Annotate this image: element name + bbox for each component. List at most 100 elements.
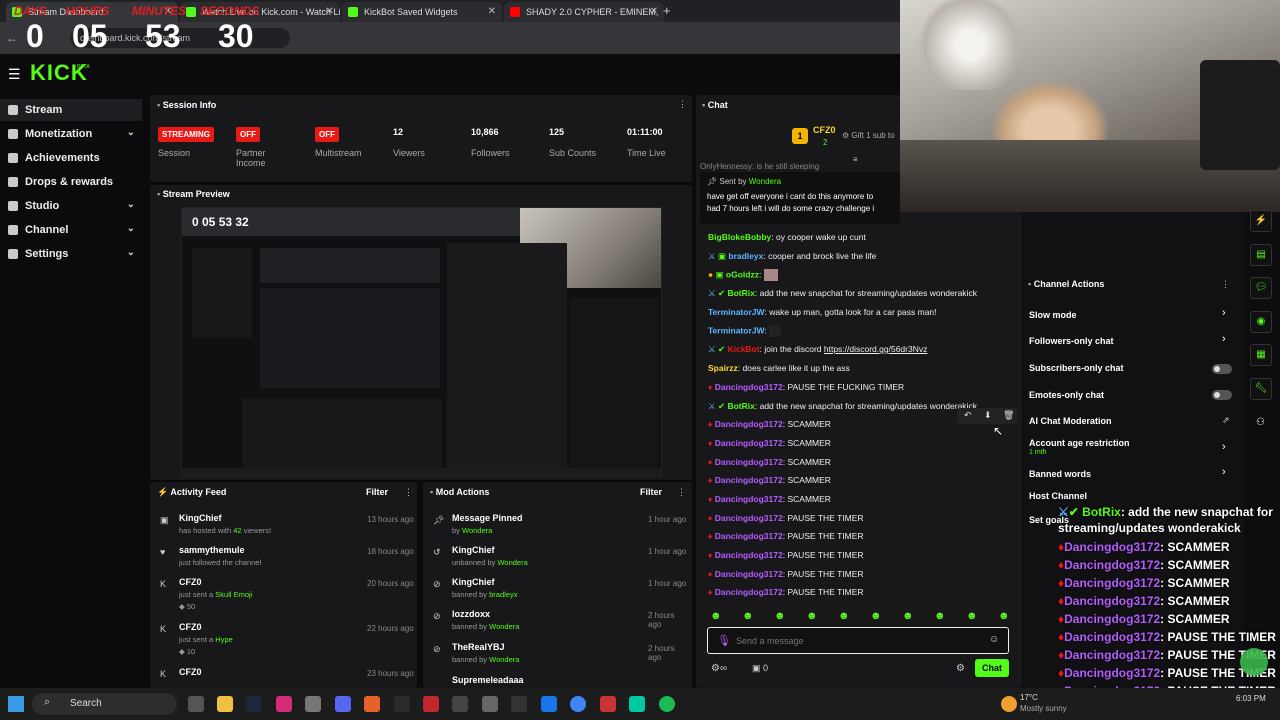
chat-input[interactable]: [736, 633, 976, 648]
back-icon[interactable]: ←: [6, 31, 18, 45]
chat-message[interactable]: Spairzz: does carlee like it up the ass: [708, 363, 850, 373]
banned-words-item[interactable]: Banned words: [1029, 469, 1091, 479]
chat-tool-icon[interactable]: 💬︎: [1250, 277, 1272, 299]
host-channel-item[interactable]: Host Channel: [1029, 491, 1087, 501]
chevron-right-icon[interactable]: ›: [1222, 441, 1226, 453]
file-explorer-icon[interactable]: [217, 696, 233, 712]
chat-username[interactable]: Dancingdog3172: [715, 513, 783, 523]
chat-username[interactable]: Dancingdog3172: [715, 475, 783, 485]
chat-username[interactable]: oGoldzz: [726, 269, 759, 279]
chat-message[interactable]: ♦ Dancingdog3172: SCAMMER: [708, 475, 831, 485]
chat-username[interactable]: Dancingdog3172: [715, 587, 783, 597]
chevron-right-icon[interactable]: ›: [1222, 466, 1226, 478]
chat-message[interactable]: ♦ Dancingdog3172: SCAMMER: [708, 494, 831, 504]
emotes-only-toggle[interactable]: [1212, 390, 1232, 400]
chat-username[interactable]: BotRix: [727, 401, 754, 411]
clipboard-tool-icon[interactable]: ▤: [1250, 244, 1272, 266]
chat-username[interactable]: bradleyx: [728, 251, 763, 261]
chat-settings-icon[interactable]: ⚙: [956, 663, 965, 674]
chat-message[interactable]: ♦ Dancingdog3172: SCAMMER: [708, 419, 831, 429]
emote-icon[interactable]: ☻: [966, 610, 978, 622]
app-icon[interactable]: [423, 696, 439, 712]
app-icon[interactable]: [600, 696, 616, 712]
chat-username[interactable]: KickBot: [727, 344, 759, 354]
lightning-tool-icon[interactable]: ⚡: [1250, 210, 1272, 232]
instagram-icon[interactable]: [276, 696, 292, 712]
chat-message[interactable]: ♦ Dancingdog3172: SCAMMER: [708, 457, 831, 467]
chat-message[interactable]: ⚔ ✔ BotRix: add the new snapchat for str…: [708, 288, 977, 299]
chat-message[interactable]: ♦ Dancingdog3172: PAUSE THE TIMER: [708, 569, 864, 579]
chat-username[interactable]: BigBlokeBobby: [708, 232, 771, 242]
tab-kickbot[interactable]: KickBot Saved Widgets ✕: [342, 2, 502, 22]
app-icon[interactable]: [394, 696, 410, 712]
chat-username[interactable]: Dancingdog3172: [715, 531, 783, 541]
stream-preview-video[interactable]: 0 05 53 32: [181, 207, 662, 477]
chat-username[interactable]: Spairzz: [708, 363, 738, 373]
app-icon[interactable]: [629, 696, 645, 712]
sidebar-item-monetization[interactable]: Monetization ⌄: [0, 123, 142, 145]
layout-tool-icon[interactable]: ▦: [1250, 344, 1272, 366]
chat-username[interactable]: BotRix: [727, 288, 754, 298]
mod-menu-icon[interactable]: ⋮: [677, 487, 686, 498]
subscribers-only-toggle[interactable]: [1212, 364, 1232, 374]
chat-username[interactable]: TerminatorJW: [708, 325, 765, 335]
steam-icon[interactable]: [246, 696, 262, 712]
emote-icon[interactable]: ☻: [710, 610, 722, 622]
taskbar-search[interactable]: ⌕ Search: [32, 693, 177, 715]
ai-moderation-item[interactable]: AI Chat Moderation: [1029, 416, 1112, 426]
chat-message[interactable]: TerminatorJW: wake up man, gotta look fo…: [708, 307, 937, 317]
app-icon[interactable]: [541, 696, 557, 712]
weather-desc[interactable]: Mostly sunny: [1020, 704, 1067, 713]
chat-username[interactable]: Dancingdog3172: [715, 494, 783, 504]
chat-username[interactable]: Dancingdog3172: [715, 569, 783, 579]
chat-username[interactable]: TerminatorJW: [708, 307, 765, 317]
clock[interactable]: 6:03 PM: [1236, 694, 1266, 703]
sidebar-item-stream[interactable]: Stream: [0, 99, 142, 121]
sidebar-item-channel[interactable]: Channel ⌄: [0, 219, 142, 241]
chat-message[interactable]: ♦ Dancingdog3172: PAUSE THE TIMER: [708, 587, 864, 597]
emote-icon[interactable]: ☻: [998, 610, 1010, 622]
tab-youtube[interactable]: SHADY 2.0 CYPHER - EMINEM, ✕: [504, 2, 664, 22]
delete-icon[interactable]: 🗑︎: [1003, 410, 1014, 421]
firefox-icon[interactable]: [364, 696, 380, 712]
task-view-icon[interactable]: [188, 696, 204, 712]
emote-icon[interactable]: ☻: [870, 610, 882, 622]
close-tab-icon[interactable]: ✕: [650, 6, 658, 17]
slow-mode-item[interactable]: Slow mode: [1029, 310, 1077, 320]
chat-username[interactable]: Dancingdog3172: [715, 438, 783, 448]
emote-icon[interactable]: ☻: [742, 610, 754, 622]
top-gifter-name[interactable]: CFZ0: [813, 125, 836, 135]
new-tab-icon[interactable]: +: [663, 3, 671, 18]
mic-icon[interactable]: 🎙︎: [717, 634, 731, 647]
chat-message[interactable]: TerminatorJW:: [708, 325, 782, 337]
external-link-icon[interactable]: ⇗: [1222, 415, 1230, 426]
windows-start-icon[interactable]: [8, 696, 24, 712]
discord-icon[interactable]: [335, 696, 351, 712]
chat-message[interactable]: ⚔ ▣ bradleyx: cooper and brock live the …: [708, 251, 876, 262]
sidebar-item-studio[interactable]: Studio ⌄: [0, 195, 142, 217]
session-menu-icon[interactable]: ⋮: [678, 99, 687, 110]
sidebar-item-achievements[interactable]: Achievements: [0, 147, 142, 169]
sidebar-item-settings[interactable]: Settings ⌄: [0, 243, 142, 265]
chat-message[interactable]: ⚔ ✔ KickBot: join the discord https://di…: [708, 344, 927, 355]
chat-message[interactable]: ● ▣ oGoldzz:: [708, 269, 778, 281]
emote-icon[interactable]: ☻: [902, 610, 914, 622]
chevron-right-icon[interactable]: ›: [1222, 333, 1226, 345]
send-chat-button[interactable]: Chat: [975, 659, 1009, 677]
chat-message[interactable]: ♦ Dancingdog3172: PAUSE THE TIMER: [708, 513, 864, 523]
close-tab-icon[interactable]: ✕: [488, 6, 496, 17]
chat-username[interactable]: Dancingdog3172: [715, 550, 783, 560]
chat-message[interactable]: ♦ Dancingdog3172: PAUSE THE FUCKING TIME…: [708, 382, 904, 392]
chat-username[interactable]: Dancingdog3172: [715, 457, 783, 467]
emoji-picker-icon[interactable]: ☺: [989, 634, 999, 645]
app-icon[interactable]: [511, 696, 527, 712]
settings-users-icon[interactable]: ⚙∞: [711, 663, 727, 674]
emote-icon[interactable]: ☻: [934, 610, 946, 622]
gift-sub-button[interactable]: ⚙ Gift 1 sub to: [842, 131, 895, 140]
chevron-right-icon[interactable]: ›: [1222, 307, 1226, 319]
chat-message[interactable]: ♦ Dancingdog3172: PAUSE THE TIMER: [708, 531, 864, 541]
wrench-tool-icon[interactable]: 🔧︎: [1250, 378, 1272, 400]
chat-message[interactable]: ♦ Dancingdog3172: PAUSE THE TIMER: [708, 550, 864, 560]
settings-icon[interactable]: [482, 696, 498, 712]
emote-icon[interactable]: ☻: [806, 610, 818, 622]
